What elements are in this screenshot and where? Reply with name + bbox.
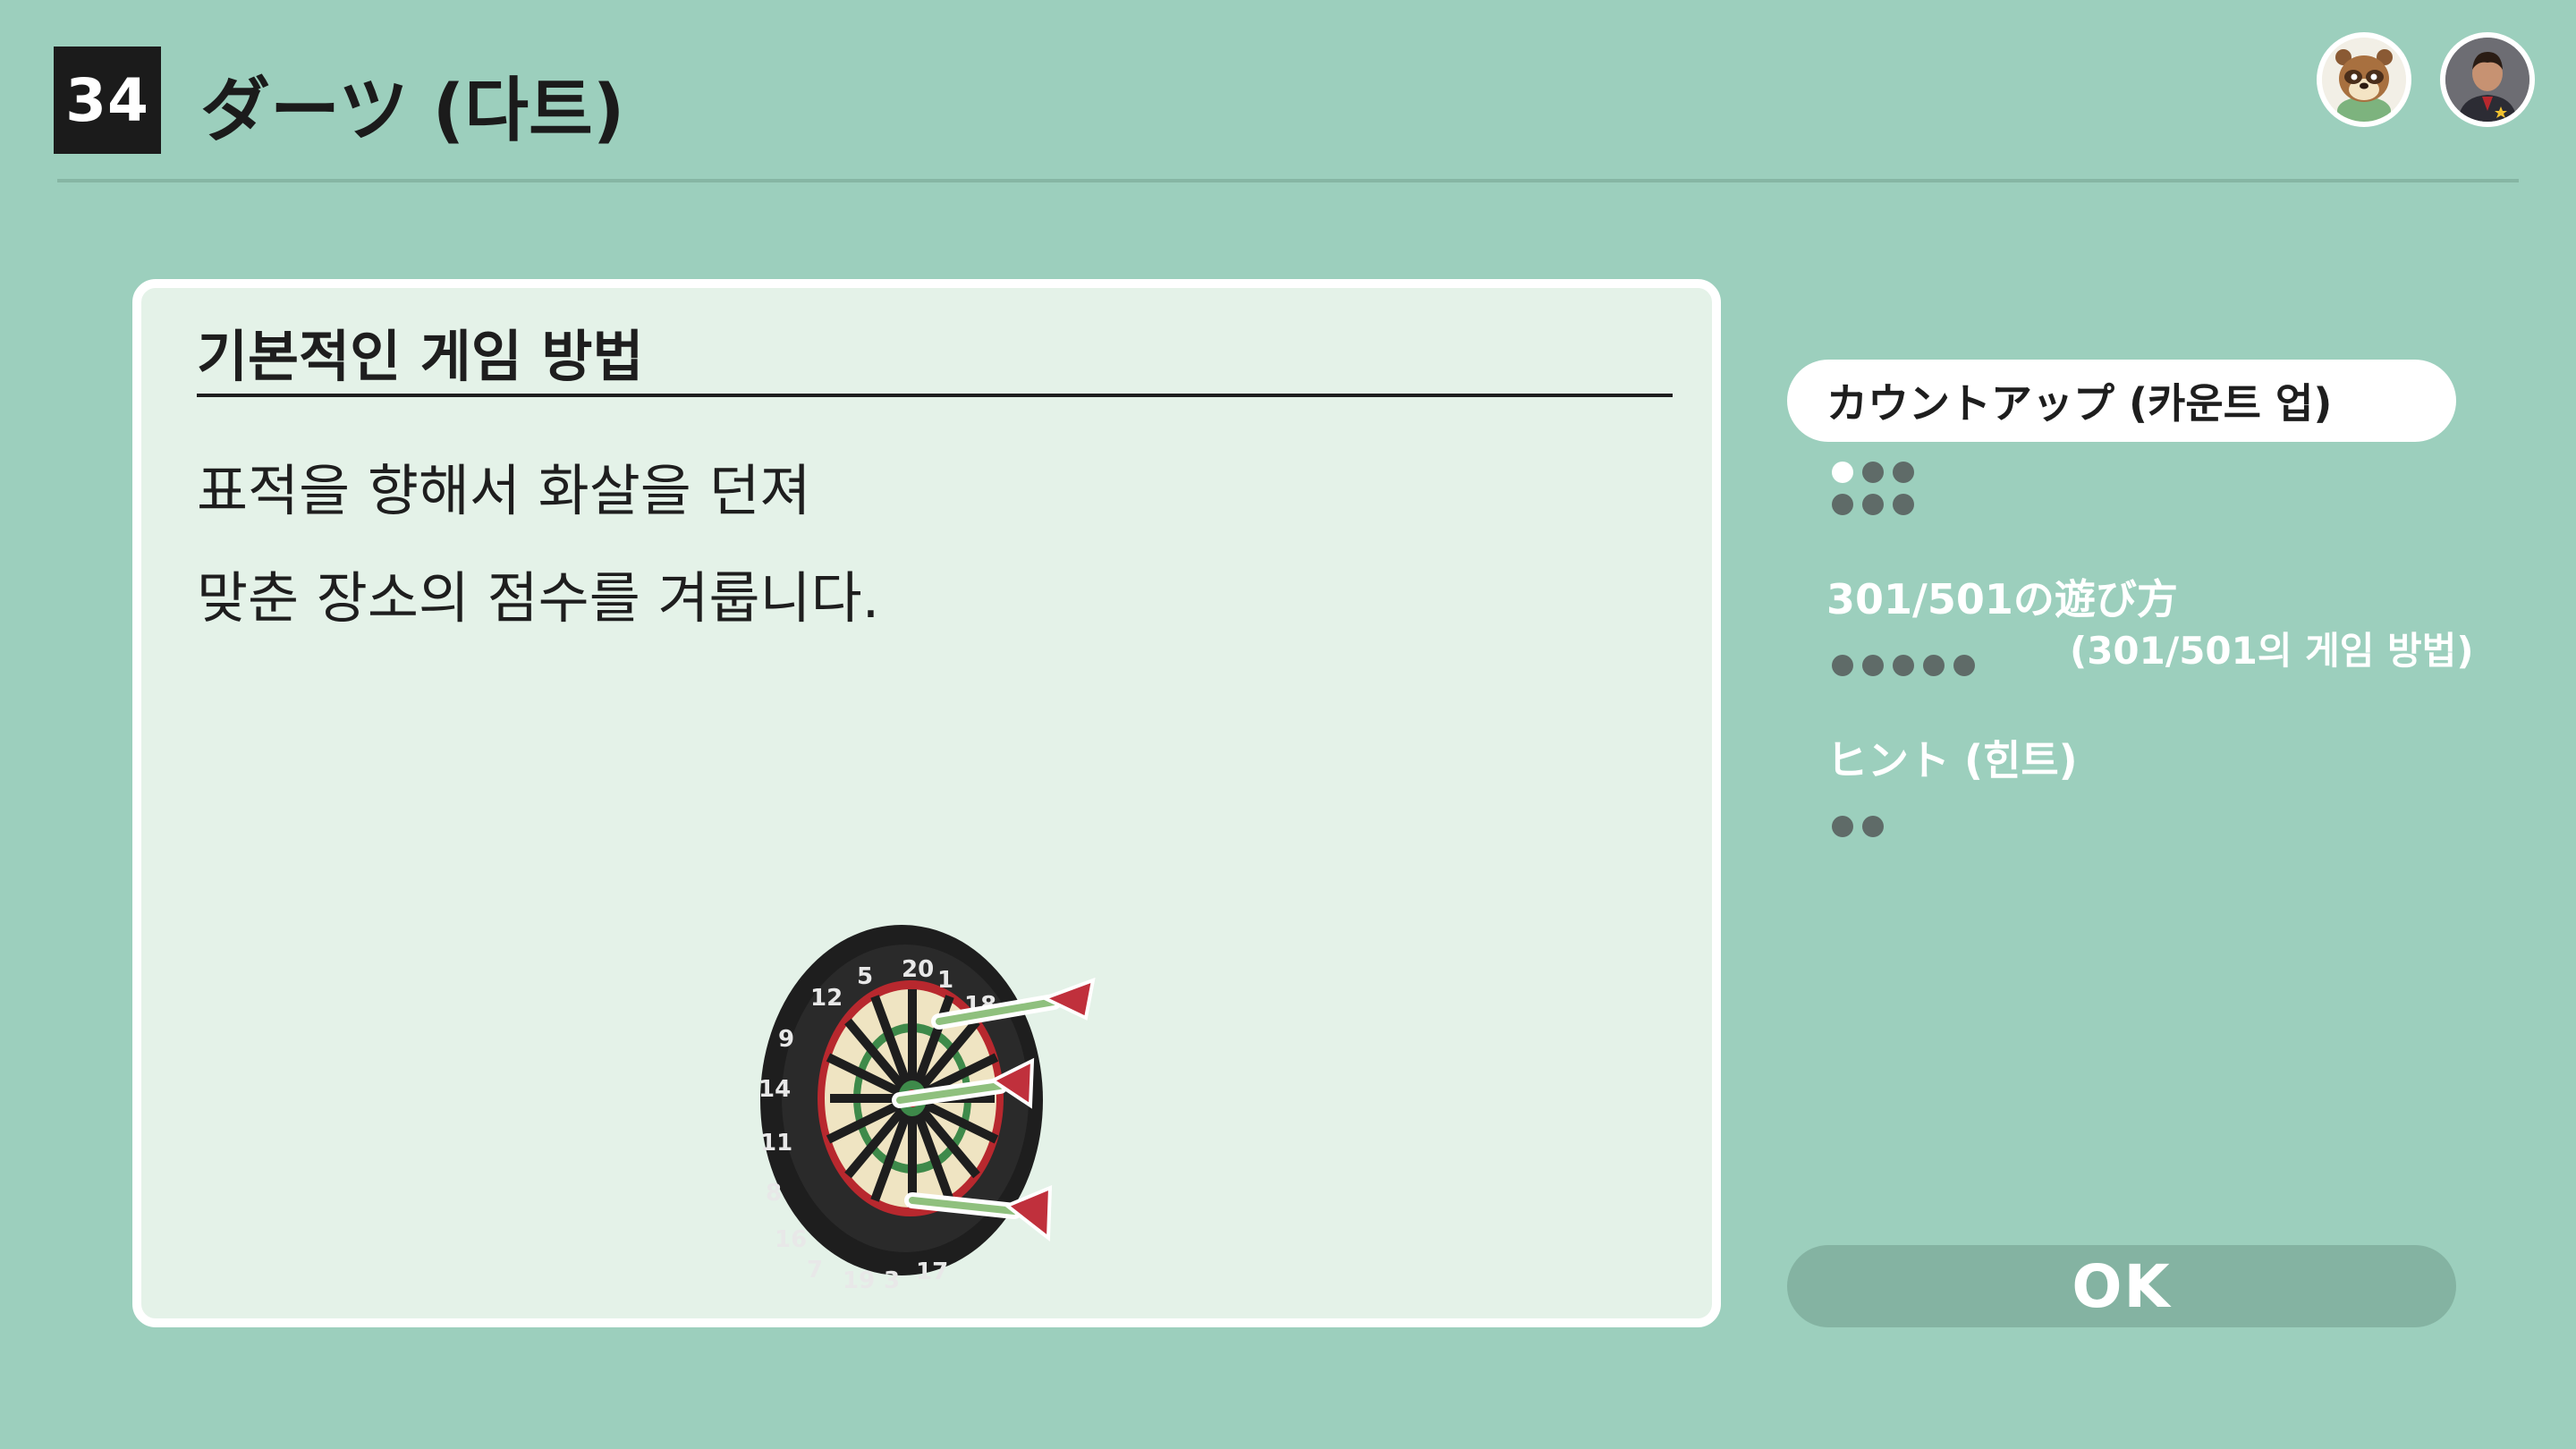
menu-item-301-501-sublabel: (301/501의 게임 방법) [2070,629,2474,673]
svg-text:5: 5 [857,963,873,990]
dartboard-illustration: 20 5 1 12 18 9 14 11 8 16 7 19 3 17 [758,925,1096,1290]
menu-item-label: カウントアップ (카운트 업) [1826,379,2333,428]
instruction-line: 맞춘 장소의 점수를 겨룹니다. [197,565,880,631]
svg-text:20: 20 [902,956,934,983]
menu-item-301-501[interactable]: 301/501の遊び方 [1826,567,2178,626]
menu-item-hint[interactable]: ヒント (힌트) [1826,728,2078,787]
svg-text:7: 7 [807,1257,823,1284]
ok-button[interactable]: OK [1787,1245,2456,1327]
instruction-panel: 기본적인 게임 방법 표적을 향해서 화살을 던져 맞춘 장소의 점수를 겨룹니… [132,279,1721,1327]
page-indicator [1832,816,1884,837]
user-profile-icon [2440,32,2535,127]
svg-text:1: 1 [937,967,953,994]
instruction-line: 표적을 향해서 화살을 던져 [197,458,811,523]
game-help-screen: 34 ダーツ (다트) 기본적인 게임 방법 표적을 향해서 화살을 던져 맞춘… [0,0,2576,1449]
header-divider [57,179,2519,182]
svg-text:12: 12 [810,985,843,1012]
svg-text:11: 11 [760,1130,792,1157]
raccoon-character-icon [2317,32,2411,127]
svg-text:9: 9 [778,1026,794,1053]
game-title: ダーツ (다트) [200,71,625,151]
game-number-badge: 34 [54,47,161,154]
svg-text:16: 16 [775,1226,807,1253]
panel-heading: 기본적인 게임 방법 [197,324,644,389]
menu-item-count-up[interactable]: カウントアップ (카운트 업) [1787,360,2456,442]
svg-text:8: 8 [766,1180,782,1207]
svg-text:19: 19 [843,1267,875,1290]
page-indicator [1832,462,1914,515]
svg-text:14: 14 [758,1076,791,1103]
page-indicator [1832,655,1975,676]
svg-text:17: 17 [916,1258,948,1285]
svg-text:3: 3 [884,1267,900,1290]
panel-heading-divider [197,394,1673,397]
